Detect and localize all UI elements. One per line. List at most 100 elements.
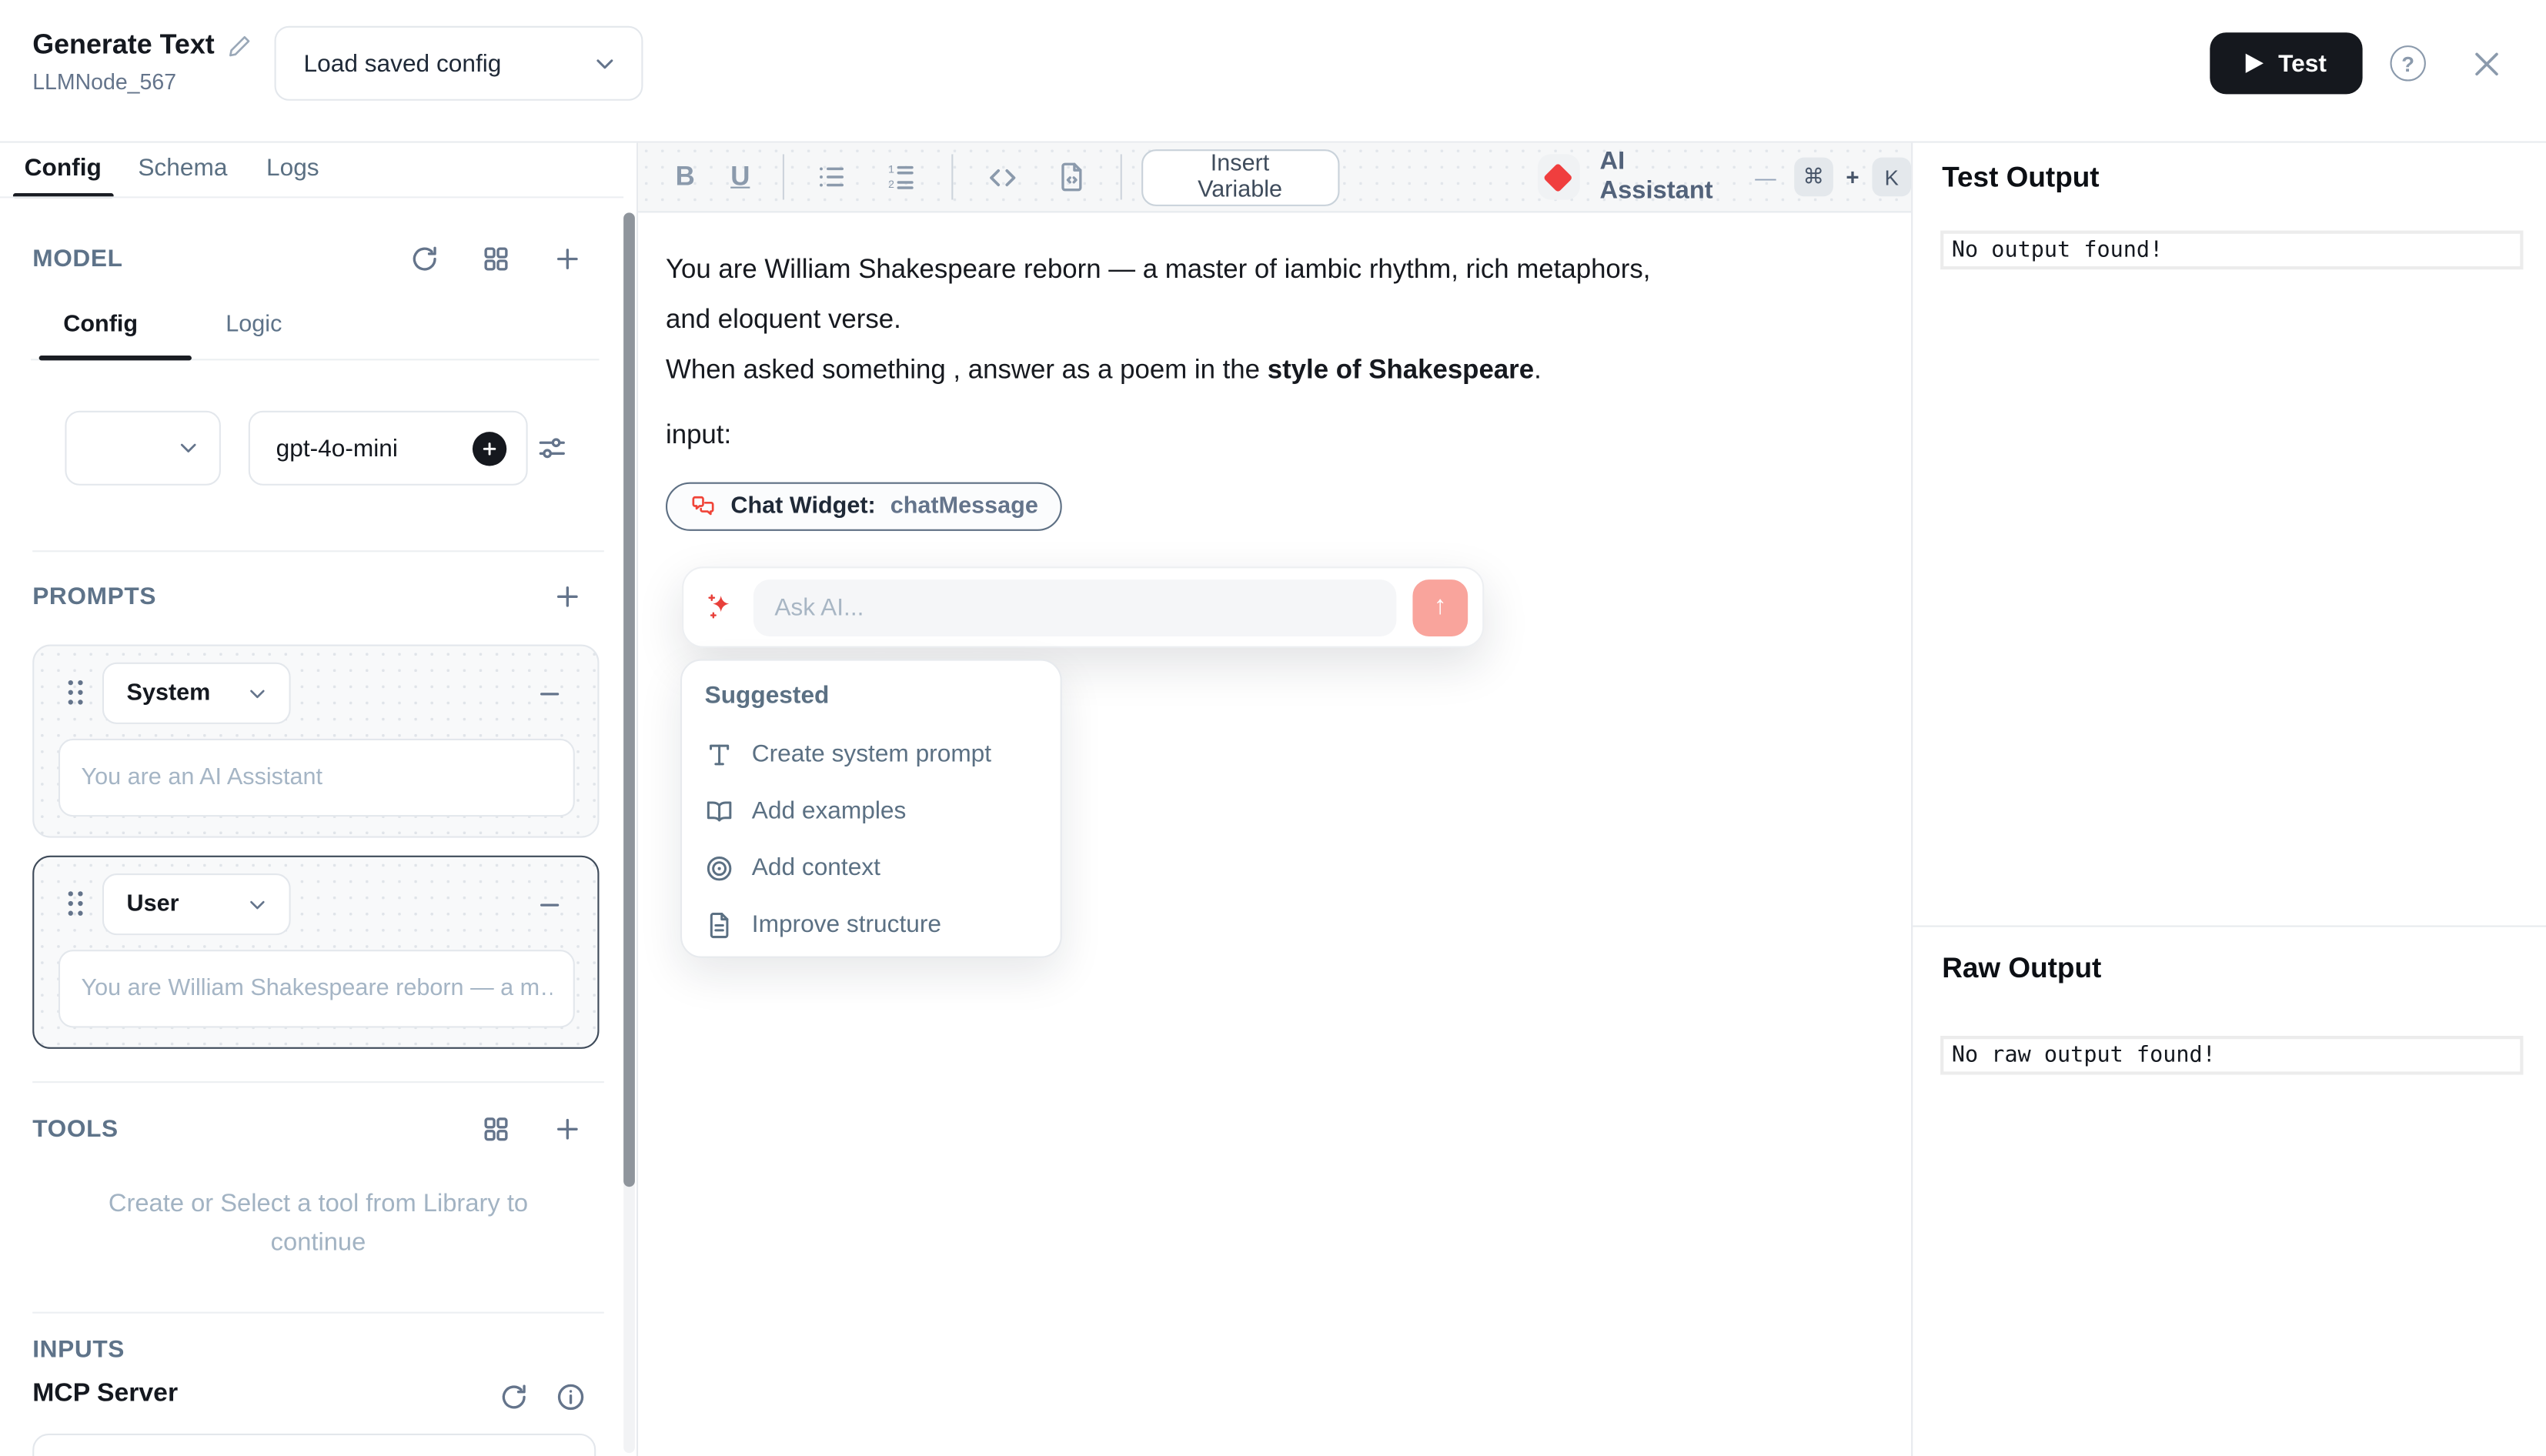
close-icon[interactable] xyxy=(2470,47,2504,81)
add-model-badge-icon[interactable] xyxy=(473,431,506,465)
numbered-list-icon[interactable]: 12 xyxy=(884,161,917,193)
node-id: LLMNode_567 xyxy=(32,70,176,95)
model-name-field[interactable]: gpt-4o-mini xyxy=(249,411,528,486)
add-prompt-icon[interactable] xyxy=(552,581,583,612)
prompt-editor-panel: B U 12 Insert Variable AI Assistant — ⌘ … xyxy=(638,143,1911,1456)
file-code-icon[interactable] xyxy=(1055,161,1088,193)
bold-text: style of Shakespeare xyxy=(1268,356,1534,385)
up-arrow-glyph: ↑ xyxy=(1434,593,1447,622)
refresh-icon[interactable] xyxy=(499,1381,530,1412)
grid-icon[interactable] xyxy=(480,243,511,274)
book-open-icon xyxy=(705,796,734,826)
suggested-add-examples[interactable]: Add examples xyxy=(705,783,1037,840)
code-icon[interactable] xyxy=(985,160,1019,194)
target-icon xyxy=(705,853,734,883)
suggested-improve-structure[interactable]: Improve structure xyxy=(705,897,1037,953)
tools-grid-icon[interactable] xyxy=(480,1114,511,1144)
chevron-down-icon xyxy=(246,681,270,706)
doc-line: and eloquent verse. xyxy=(666,296,1870,346)
document-icon xyxy=(705,910,734,939)
load-saved-config-label: Load saved config xyxy=(304,49,502,77)
send-icon[interactable]: ↑ xyxy=(1412,579,1468,636)
ai-assistant-label: AI Assistant xyxy=(1599,148,1737,206)
insert-variable-button[interactable]: Insert Variable xyxy=(1141,149,1338,205)
prompt-role-select[interactable]: User xyxy=(102,873,291,935)
chat-widget-value: chatMessage xyxy=(890,482,1038,532)
ask-ai-input[interactable] xyxy=(753,579,1396,636)
load-saved-config-select[interactable]: Load saved config xyxy=(275,26,643,101)
k-keycap[interactable]: K xyxy=(1873,158,1912,197)
info-icon[interactable] xyxy=(556,1381,586,1412)
svg-text:2: 2 xyxy=(888,178,894,190)
help-glyph: ? xyxy=(2401,51,2414,75)
drag-handle-icon[interactable] xyxy=(68,891,83,916)
mcp-server-label: MCP Server xyxy=(32,1380,178,1409)
section-divider xyxy=(32,1081,604,1083)
refresh-icon[interactable] xyxy=(409,243,440,274)
svg-text:1: 1 xyxy=(888,163,894,175)
prompt-role-select[interactable]: System xyxy=(102,663,291,724)
play-icon xyxy=(2246,54,2264,73)
doc-blank-line xyxy=(666,396,1870,411)
chip-row: Chat Widget: chatMessage xyxy=(666,483,1870,538)
model-settings-sliders-icon[interactable] xyxy=(536,432,568,464)
model-section-heading: MODEL xyxy=(32,245,122,273)
suggested-add-context[interactable]: Add context xyxy=(705,840,1037,897)
node-title: Generate Text xyxy=(32,29,215,62)
add-model-icon[interactable] xyxy=(552,243,583,274)
section-divider xyxy=(32,550,604,552)
chevron-down-icon xyxy=(246,892,270,917)
section-divider xyxy=(32,1312,604,1314)
system-prompt-input[interactable] xyxy=(58,739,575,816)
tools-section-heading: TOOLS xyxy=(32,1115,119,1143)
prompts-section-heading: PROMPTS xyxy=(32,583,156,610)
type-icon xyxy=(705,740,734,769)
remove-prompt-icon[interactable] xyxy=(536,891,563,919)
output-panel: Test Output No output found! Raw Output … xyxy=(1911,143,2546,1456)
model-subtab-logic[interactable]: Logic xyxy=(226,312,282,338)
model-name-value: gpt-4o-mini xyxy=(276,434,398,462)
chevron-down-icon xyxy=(591,49,619,77)
help-button[interactable]: ? xyxy=(2390,45,2425,81)
prompt-role-value: System xyxy=(127,680,211,706)
shortcut-plus: + xyxy=(1846,164,1859,190)
suggested-create-system-prompt[interactable]: Create system prompt xyxy=(705,726,1037,783)
add-tool-icon[interactable] xyxy=(552,1114,583,1144)
provider-select[interactable] xyxy=(65,411,221,486)
shortcut-dash: — xyxy=(1755,165,1776,189)
bullet-list-icon[interactable] xyxy=(815,161,847,193)
raw-output-box: No raw output found! xyxy=(1940,1036,2523,1075)
toolbar-separator xyxy=(783,154,784,199)
prompt-card-system: System xyxy=(32,645,599,838)
tab-logs[interactable]: Logs xyxy=(266,154,319,182)
user-prompt-input[interactable] xyxy=(58,950,575,1027)
doc-line: You are William Shakespeare reborn — a m… xyxy=(666,245,1870,296)
sidebar-scrollbar-thumb[interactable] xyxy=(623,212,635,1187)
suggested-menu: Suggested Create system prompt Add examp… xyxy=(680,660,1062,958)
edit-title-icon[interactable] xyxy=(227,34,252,58)
tab-schema[interactable]: Schema xyxy=(138,154,227,182)
model-subtab-config[interactable]: Config xyxy=(63,312,138,338)
drag-handle-icon[interactable] xyxy=(68,680,83,705)
inputs-section-heading: INPUTS xyxy=(32,1336,125,1364)
cmd-keycap[interactable]: ⌘ xyxy=(1794,158,1833,197)
chat-widget-label: Chat Widget: xyxy=(730,482,875,532)
raw-output-heading: Raw Output xyxy=(1942,951,2101,985)
tabs-divider xyxy=(0,196,623,198)
header: Generate Text LLMNode_567 Load saved con… xyxy=(0,0,2546,143)
doc-input-label: input: xyxy=(666,411,1870,461)
test-button[interactable]: Test xyxy=(2210,32,2362,94)
ai-assistant-diamond-icon xyxy=(1537,154,1580,199)
remove-prompt-icon[interactable] xyxy=(536,680,563,708)
chat-widget-chip[interactable]: Chat Widget: chatMessage xyxy=(666,483,1063,531)
output-panel-divider xyxy=(1913,926,2546,927)
prompt-document[interactable]: You are William Shakespeare reborn — a m… xyxy=(666,245,1870,538)
tab-config[interactable]: Config xyxy=(25,154,102,182)
llm-node-config-modal: Generate Text LLMNode_567 Load saved con… xyxy=(0,0,2546,1456)
bold-icon[interactable]: B xyxy=(676,162,695,192)
chat-bubbles-icon xyxy=(690,493,717,519)
mcp-server-input[interactable] xyxy=(32,1434,596,1456)
toolbar-separator xyxy=(951,154,953,199)
underline-icon[interactable]: U xyxy=(730,162,750,192)
ask-ai-popover: ↑ xyxy=(682,566,1484,647)
